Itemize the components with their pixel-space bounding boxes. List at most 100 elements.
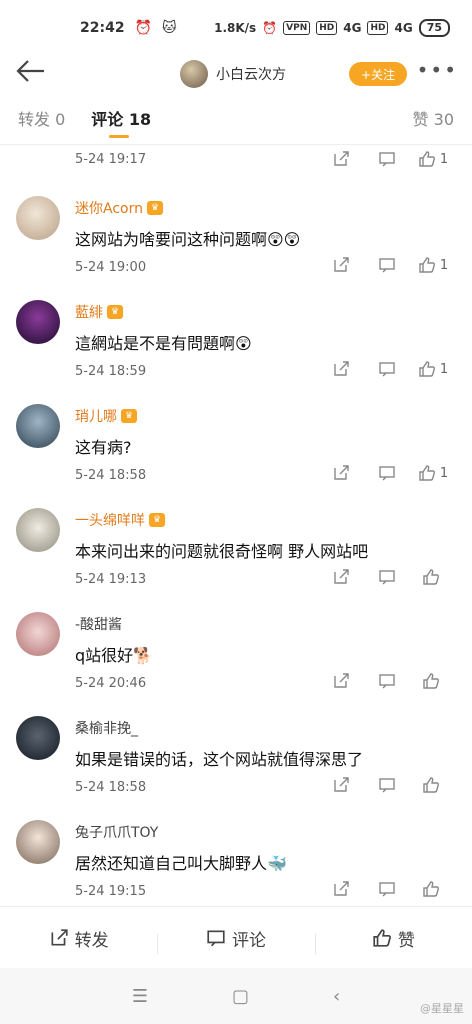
hd-badge-1: HD [316,21,338,35]
author-avatar[interactable] [180,60,208,88]
back-arrow-svg [16,59,44,82]
share-icon[interactable] [318,568,364,586]
comment-text: q站很好🐕 [75,646,154,665]
comment-time: 5-24 20:46 [75,676,147,691]
reply-icon[interactable] [364,150,410,168]
network-speed: 1.8K/s [214,21,257,35]
avatar[interactable] [16,404,60,448]
repost-label: 转发 [74,930,109,951]
like-icon[interactable] [410,776,456,794]
avatar[interactable] [16,612,60,656]
watermark: @星星星 [420,1002,464,1015]
reply-icon[interactable] [364,256,410,274]
share-icon[interactable] [318,464,364,482]
like-count: 1 [439,257,449,273]
comment-author[interactable]: 兔子爪爪TOY [75,822,158,842]
avatar[interactable] [16,716,60,760]
comment-item: -酸甜酱 q站很好🐕 5-24 20:46 [0,598,472,702]
comment-text: 如果是错误的话，这个网站就值得深思了 [75,750,364,769]
comment-item: 迷你Acorn ♛ 这网站为啥要问这种问题啊😲😲 5-24 19:00 1 [0,182,472,286]
share-icon[interactable] [318,776,364,794]
like-icon[interactable] [410,672,456,690]
share-icon[interactable] [318,360,364,378]
avatar[interactable] [16,196,60,240]
home-icon[interactable]: ▢ [232,986,249,1007]
tab-likes[interactable]: 赞 30 [413,92,454,144]
battery-indicator: 75 [418,19,450,37]
tab-comments[interactable]: 评论 18 [91,92,151,144]
bottom-action-bar: 转发 评论 赞 [0,906,472,969]
comment-time: 5-24 18:59 [75,364,147,379]
comment-time: 5-24 19:00 [75,260,147,275]
reply-icon[interactable] [364,880,410,898]
reply-icon[interactable] [364,672,410,690]
comment-text: 这网站为啥要问这种问题啊😲😲 [75,230,301,249]
reply-icon[interactable] [364,464,410,482]
comment-author[interactable]: 琑儿哪 [75,406,117,426]
network-type-2: 4G [394,21,413,35]
share-icon[interactable] [318,256,364,274]
more-icon[interactable]: ••• [417,58,458,82]
comment-author[interactable]: 一头绵咩咩 [75,510,145,530]
comment-time: 5-24 18:58 [75,780,147,795]
member-badge-icon: ♛ [149,513,165,527]
member-badge-icon: ♛ [107,305,123,319]
status-time: 22:42 [80,20,125,36]
comment-time: 5-24 18:58 [75,468,147,483]
back-arrow-icon[interactable] [14,57,54,92]
comment-text: 這網站是不是有問題啊😲 [75,334,252,353]
comment-author[interactable]: 桑榆非挽_ [75,718,138,738]
comment-author[interactable]: 迷你Acorn [75,198,143,218]
like-icon[interactable]: 1 [410,150,456,168]
share-icon[interactable] [318,672,364,690]
like-icon[interactable]: 1 [410,256,456,274]
like-icon[interactable] [410,568,456,586]
like-count: 1 [439,465,449,481]
alarm-icon: ⏰ [134,20,153,36]
comment-button[interactable]: 评论 [157,926,314,954]
thumbs-up-icon [373,929,391,947]
comment-item: 藍緋 ♛ 這網站是不是有問題啊😲 5-24 18:59 1 [0,286,472,390]
comment-icon [207,930,225,947]
comment-item: 琑儿哪 ♛ 这有病? 5-24 18:58 1 [0,390,472,494]
like-icon[interactable] [410,880,456,898]
reply-icon[interactable] [364,568,410,586]
comment-list: 5-24 19:17 1 迷你Acorn ♛ 这网站为啥要问这种问题啊😲😲 5-2… [0,146,472,910]
system-nav-bar: ☰ ▢ ‹ @星星星 [0,968,472,1024]
back-icon[interactable]: ‹ [333,986,340,1007]
comment-text: 居然还知道自己叫大脚野人🐳 [75,854,287,873]
cat-icon: 🐱 [162,20,177,36]
like-label: 赞 [397,930,415,951]
menu-icon[interactable]: ☰ [132,986,148,1007]
comment-author[interactable]: -酸甜酱 [75,614,122,634]
like-icon[interactable]: 1 [410,464,456,482]
tab-bar: 转发 0 评论 18 赞 30 [0,92,472,145]
tab-repost[interactable]: 转发 0 [18,92,65,144]
top-nav: 小白云次方 +关注 ••• [0,56,472,92]
status-bar: 22:42 ⏰ 🐱 1.8K/s ⏰ VPN HD 4G HD 4G 75 [0,0,472,56]
like-button[interactable]: 赞 [314,926,472,954]
comment-item: 桑榆非挽_ 如果是错误的话，这个网站就值得深思了 5-24 18:58 [0,702,472,806]
vpn-badge: VPN [283,21,311,35]
partial-comment-row: 5-24 19:17 1 [0,146,472,182]
repost-button[interactable]: 转发 [0,926,157,951]
follow-button[interactable]: +关注 [349,62,407,86]
member-badge-icon: ♛ [121,409,137,423]
alarm-clock-icon: ⏰ [262,21,278,35]
comment-author[interactable]: 藍緋 [75,302,103,322]
comment-text: 本来问出来的问题就很奇怪啊 野人网站吧 [75,542,369,561]
reply-icon[interactable] [364,360,410,378]
avatar[interactable] [16,300,60,344]
like-count: 1 [439,361,449,377]
comment-label: 评论 [231,930,266,951]
reply-icon[interactable] [364,776,410,794]
comment-time: 5-24 19:15 [75,884,147,899]
share-icon[interactable] [318,880,364,898]
avatar[interactable] [16,508,60,552]
author-name[interactable]: 小白云次方 [216,64,286,84]
comment-time: 5-24 19:17 [75,152,147,167]
avatar[interactable] [16,820,60,864]
share-icon[interactable] [318,150,364,168]
like-icon[interactable]: 1 [410,360,456,378]
network-type-1: 4G [343,21,362,35]
